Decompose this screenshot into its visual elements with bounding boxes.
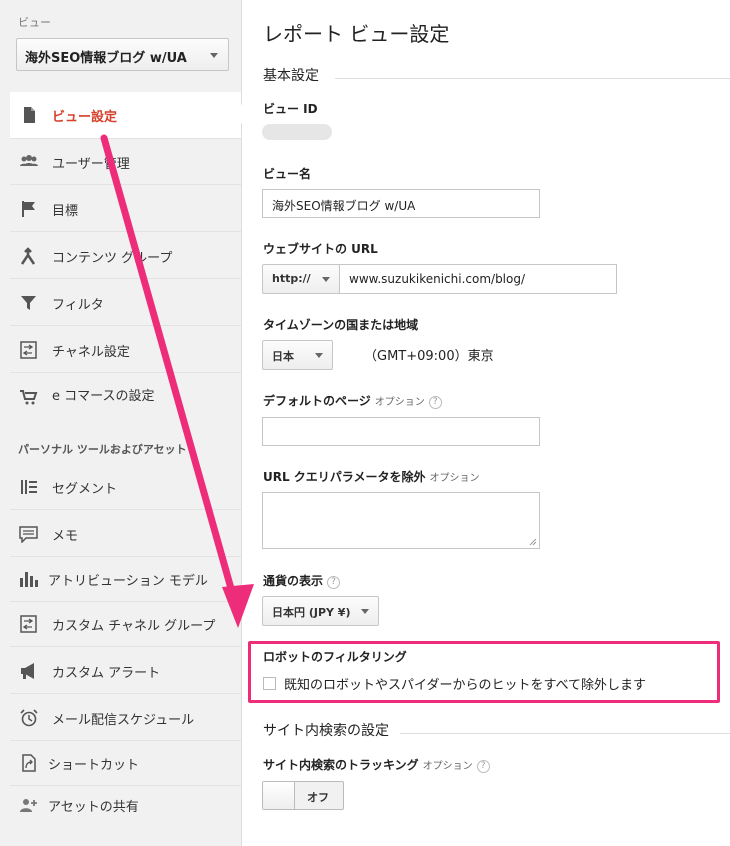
sidebar-item-filters[interactable]: フィルタ [10, 280, 241, 326]
exclude-params-label: URL クエリパラメータを除外 オプション [263, 468, 479, 485]
sidebar-item-label: アセットの共有 [48, 800, 139, 815]
resize-handle-icon[interactable] [529, 538, 537, 546]
sidebar-item-label: カスタム チャネル グループ [52, 619, 216, 634]
default-page-label-text: デフォルトのページ [263, 394, 371, 408]
sidebar-item-custom-channel-groups[interactable]: カスタム チャネル グループ [10, 601, 241, 647]
default-page-label: デフォルトのページ オプション? [263, 392, 442, 409]
default-page-input[interactable] [262, 417, 540, 446]
view-id-value-redacted [262, 124, 332, 140]
help-icon[interactable]: ? [476, 760, 490, 773]
sidebar-item-label: アトリビューション モデル [48, 574, 208, 589]
protocol-value: http:// [272, 272, 311, 285]
bot-filtering-checkbox-label[interactable]: 既知のロボットやスパイダーからのヒットをすべて除外します [284, 674, 646, 693]
sidebar-item-label: 目標 [52, 204, 79, 219]
sidebar-item-scheduled-emails[interactable]: メール配信スケジュール [10, 695, 241, 741]
bar-chart-icon [20, 572, 38, 587]
protocol-select[interactable]: http:// [262, 264, 340, 294]
divider [400, 733, 730, 734]
optional-tag: オプション [374, 397, 425, 408]
sidebar-item-label: チャネル設定 [52, 345, 130, 360]
divider [335, 78, 730, 79]
sidebar-item-label: メール配信スケジュール [52, 713, 195, 728]
sidebar-item-segments[interactable]: セグメント [10, 464, 241, 510]
website-url-input[interactable]: www.suzukikenichi.com/blog/ [339, 264, 617, 294]
view-name-input[interactable]: 海外SEO情報ブログ w/UA [262, 189, 540, 218]
channel-icon [20, 341, 37, 359]
segment-icon [21, 480, 37, 494]
view-label: ビュー [18, 16, 51, 29]
view-settings-panel: レポート ビュー設定 基本設定 ビュー ID ビュー名 海外SEO情報ブログ w… [243, 0, 730, 846]
view-name-label: ビュー名 [263, 167, 312, 181]
sidebar-item-label: フィルタ [52, 298, 104, 313]
view-selector[interactable]: 海外SEO情報ブログ w/UA [16, 38, 229, 71]
currency-label-text: 通貨の表示 [263, 574, 324, 588]
country-value: 日本 [272, 350, 294, 363]
site-search-tracking-label: サイト内検索のトラッキング オプション? [263, 756, 490, 773]
exclude-params-label-text: URL クエリパラメータを除外 [263, 470, 426, 484]
website-url-label: ウェブサイトの URL [263, 242, 378, 256]
toggle-label: オフ [307, 791, 329, 804]
sidebar-item-label: コンテンツ グループ [52, 251, 173, 266]
add-user-icon [20, 799, 37, 812]
chevron-down-icon [322, 277, 330, 282]
custom-channel-icon [20, 615, 37, 633]
sidebar-item-goals[interactable]: 目標 [10, 186, 241, 232]
sidebar-item-ecommerce[interactable]: e コマースの設定 [10, 374, 241, 414]
document-icon [24, 107, 35, 123]
megaphone-icon [21, 663, 34, 679]
help-icon[interactable]: ? [428, 396, 442, 409]
help-icon[interactable]: ? [327, 576, 341, 589]
view-id-label: ビュー ID [263, 102, 318, 116]
sidebar-item-asset-sharing[interactable]: アセットの共有 [10, 782, 241, 828]
optional-tag: オプション [422, 761, 473, 772]
sidebar-item-view-settings[interactable]: ビュー設定 [10, 92, 241, 139]
optional-tag: オプション [429, 473, 480, 484]
sidebar-item-content-groups[interactable]: コンテンツ グループ [10, 233, 241, 279]
bot-filtering-checkbox[interactable] [263, 677, 276, 690]
sidebar: ビュー 海外SEO情報ブログ w/UA ビュー設定 ユーザー管理 目標 コンテン… [0, 0, 242, 846]
country-select[interactable]: 日本 [262, 340, 333, 370]
sidebar-item-label: セグメント [52, 482, 118, 497]
chevron-down-icon [315, 353, 323, 358]
alarm-clock-icon [20, 709, 38, 727]
content-group-icon [20, 247, 36, 265]
timezone-select[interactable]: （GMT+09:00）東京 [364, 345, 494, 364]
currency-select[interactable]: 日本円 (JPY ¥) [262, 596, 379, 626]
site-search-toggle[interactable]: オフ [262, 781, 344, 810]
currency-value: 日本円 (JPY ¥) [272, 606, 351, 619]
bot-filtering-label: ロボットのフィルタリング [263, 650, 407, 664]
memo-icon [19, 526, 38, 543]
timezone-label: タイムゾーンの国または地域 [263, 318, 419, 332]
cart-icon [20, 390, 38, 405]
sidebar-item-shortcuts[interactable]: ショートカット [10, 740, 241, 786]
currency-label: 通貨の表示? [263, 572, 341, 589]
site-search-heading: サイト内検索の設定 [263, 723, 389, 739]
section-heading-personal-tools: パーソナル ツールおよびアセット [18, 443, 187, 456]
sidebar-item-label: ビュー設定 [52, 110, 118, 125]
chevron-down-icon [361, 609, 369, 614]
view-selector-label: 海外SEO情報ブログ w/UA [25, 51, 187, 66]
sidebar-item-custom-alerts[interactable]: カスタム アラート [10, 648, 241, 694]
sidebar-item-user-management[interactable]: ユーザー管理 [10, 139, 241, 185]
users-icon [20, 155, 38, 166]
sidebar-item-memo[interactable]: メモ [10, 511, 241, 557]
sidebar-item-label: ショートカット [48, 758, 140, 773]
chevron-down-icon [210, 53, 218, 58]
page-title: レポート ビュー設定 [263, 22, 450, 46]
sidebar-item-attribution[interactable]: アトリビューション モデル [10, 556, 241, 602]
sidebar-item-label: カスタム アラート [52, 666, 161, 681]
sidebar-item-channel-settings[interactable]: チャネル設定 [10, 327, 241, 373]
sidebar-item-label: e コマースの設定 [52, 389, 155, 404]
basic-settings-heading: 基本設定 [263, 68, 319, 84]
shortcut-icon [22, 754, 36, 772]
exclude-params-textarea[interactable] [262, 492, 540, 549]
toggle-knob [263, 782, 295, 809]
filter-icon [21, 296, 36, 310]
flag-icon [22, 201, 35, 217]
sidebar-item-label: メモ [52, 529, 79, 544]
site-search-tracking-label-text: サイト内検索のトラッキング [263, 758, 419, 772]
sidebar-item-label: ユーザー管理 [52, 157, 130, 172]
